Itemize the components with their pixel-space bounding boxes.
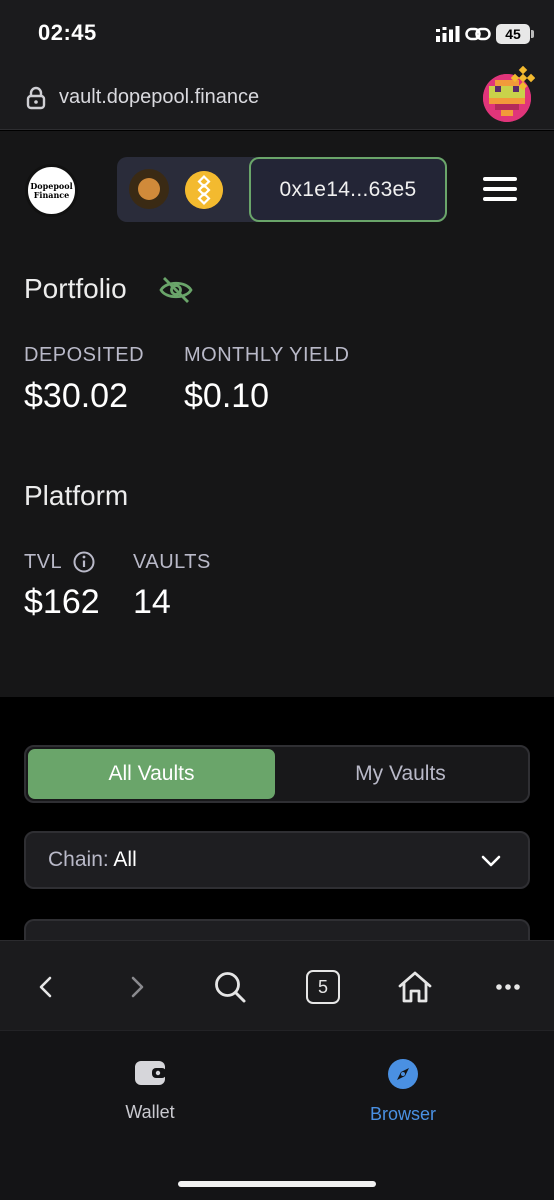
tab-count: 5 [306,970,340,1004]
wallet-pill: 0x1e14...63e5 [117,157,447,222]
chevron-down-icon [481,855,501,867]
nav-wallet[interactable]: Wallet [90,1059,210,1123]
search-button[interactable] [210,967,250,1007]
browser-toolbar: 5 [0,940,554,1030]
vaults-area: All Vaults My Vaults Chain: All [0,697,554,959]
nav-wallet-label: Wallet [125,1102,175,1122]
platform-title: Platform [24,480,129,511]
forward-button[interactable] [117,967,157,1007]
app-content: Dopepool Finance 0x1e14...63e5 Portfolio… [0,131,554,697]
compass-icon [388,1059,418,1089]
dopepool-logo[interactable]: Dopepool Finance [25,164,78,217]
chain-filter-text: Chain: All [48,848,137,872]
signal-icon [436,26,460,42]
vaults-label: VAULTS [133,551,211,573]
vault-tabs: All Vaults My Vaults [24,745,530,803]
wallet-icon [135,1061,166,1085]
lock-icon [26,86,46,110]
nav-browser[interactable]: Browser [343,1059,463,1125]
url-bar[interactable]: vault.dopepool.finance [0,66,554,130]
bnb-chain-badge-icon [511,66,535,90]
nav-browser-label: Browser [369,1104,436,1124]
status-bar: 02:45 45 [0,0,554,66]
home-button[interactable] [395,967,435,1007]
back-arrow-icon [39,976,52,998]
home-icon [398,971,432,1003]
more-dots-icon [496,984,520,990]
search-icon [215,972,246,1003]
info-icon[interactable] [73,551,95,573]
vaults-value: 14 [133,583,171,621]
forward-arrow-icon [131,976,144,998]
tvl-value: $162 [24,583,100,621]
personal-hotspot-icon [465,27,491,41]
home-indicator [178,1181,376,1187]
tab-all-vaults[interactable]: All Vaults [28,749,275,799]
back-button[interactable] [26,967,66,1007]
bnb-chain-icon[interactable] [185,171,223,209]
portfolio-title: Portfolio [24,273,127,304]
wallet-address-button[interactable]: 0x1e14...63e5 [249,157,447,222]
monthly-yield-value: $0.10 [184,377,270,415]
hide-balance-eye-icon[interactable] [158,274,194,306]
tabs-button[interactable]: 5 [303,967,343,1007]
logo-text: Dopepool Finance [30,180,73,200]
network-icon[interactable] [129,169,169,209]
deposited-value: $30.02 [24,377,128,415]
monthly-yield-label: MONTHLY YIELD [184,344,350,366]
status-time: 02:45 [38,20,97,45]
chain-filter-select[interactable]: Chain: All [24,831,530,889]
tab-my-vaults[interactable]: My Vaults [277,749,524,799]
chain-filter-label: Chain: [48,848,109,871]
tvl-label: TVL [24,551,63,573]
url-text[interactable]: vault.dopepool.finance [59,86,259,109]
chain-filter-value: All [113,848,137,871]
deposited-label: DEPOSITED [24,344,145,366]
hamburger-menu-icon[interactable] [483,177,517,203]
more-button[interactable] [488,967,528,1007]
battery-indicator: 45 [496,24,534,44]
bottom-nav: Wallet Browser [0,1030,554,1200]
